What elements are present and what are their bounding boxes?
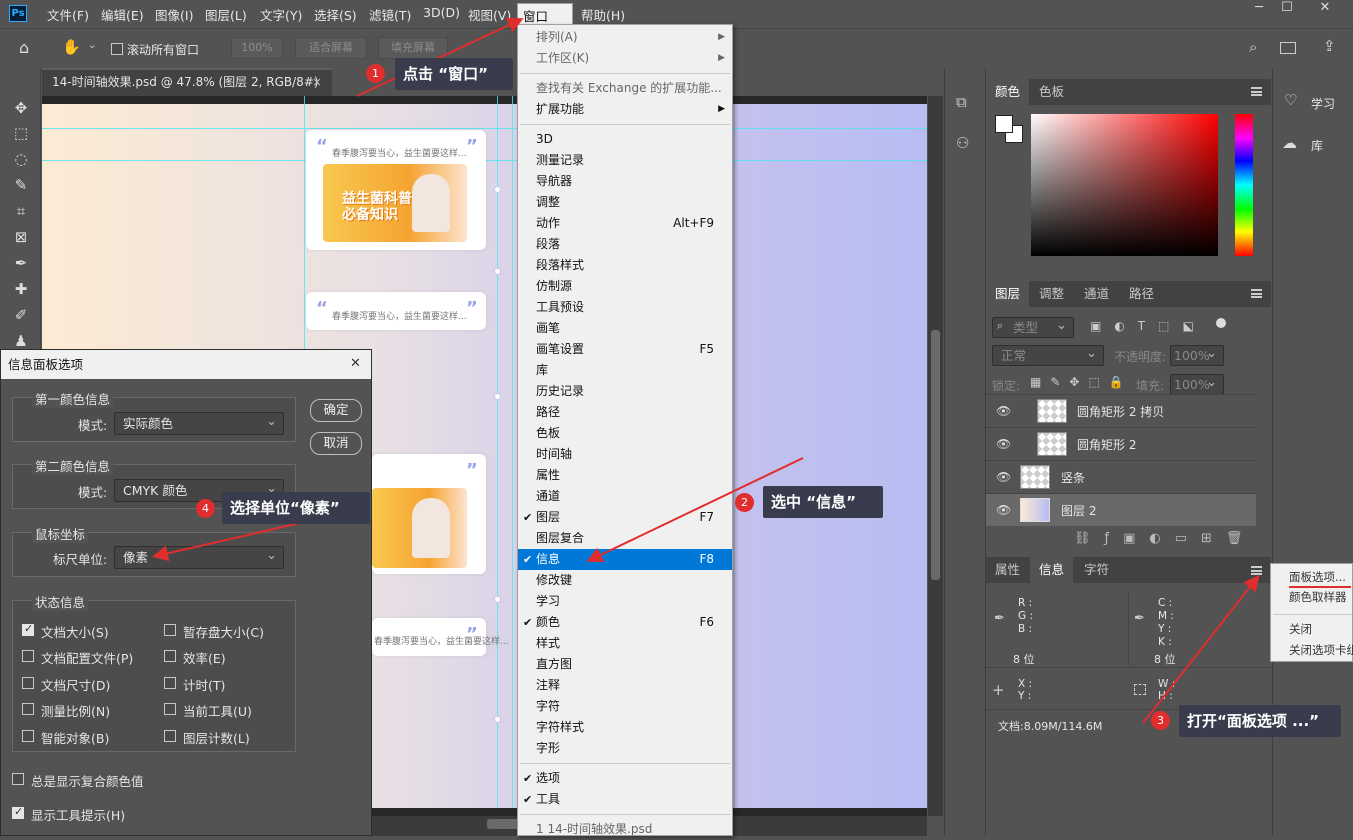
- callout-1: 点击 “窗口”: [395, 58, 513, 90]
- callout-4: 选择单位“像素”: [222, 492, 370, 524]
- callout-3: 打开“面板选项 ...”: [1179, 705, 1341, 737]
- arrow-3: [1142, 574, 1260, 724]
- step-badge-3: 3: [1151, 711, 1170, 730]
- step-badge-1: 1: [366, 64, 385, 83]
- step-badge-2: 2: [735, 493, 754, 512]
- callout-2: 选中 “信息”: [763, 486, 883, 518]
- annotation-arrows: [152, 17, 1260, 724]
- step-badge-4: 4: [196, 499, 215, 518]
